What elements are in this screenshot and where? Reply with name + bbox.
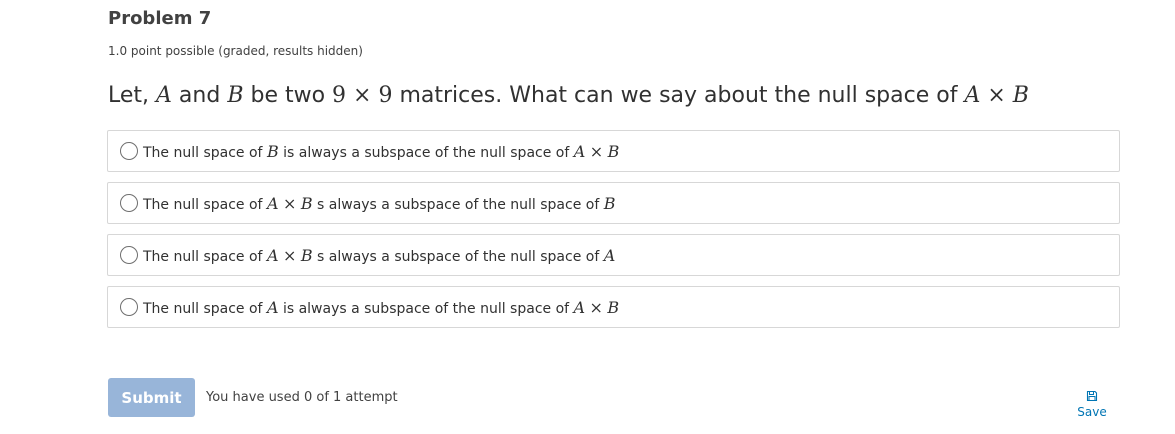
math-var: A [266,193,279,213]
answer-option-2[interactable]: The null space of A × B s always a subsp… [107,182,1120,224]
save-label: Save [1077,405,1107,419]
math-var-a: A [964,83,981,108]
math-var: A [573,141,586,161]
math-var-b: B [1012,83,1029,108]
radio-button[interactable] [120,142,138,160]
question-part: and [171,83,228,108]
math-var: A [603,245,616,265]
points-possible: 1.0 point possible (graded, results hidd… [108,44,363,58]
math-times: × [353,83,372,108]
math-var: B [607,297,620,317]
math-var: A [266,245,279,265]
math-var: A [266,297,279,317]
floppy-disk-icon [1086,390,1098,402]
option-text-part: The null space of [143,248,267,265]
math-var: A [573,297,586,317]
option-text: The null space of A × B s always a subsp… [143,246,615,265]
math-times: × [589,297,603,317]
option-text-part: is always a subspace of the null space o… [278,144,574,161]
answer-options: The null space of B is always a subspace… [107,130,1120,338]
question-part: matrices. What can we say about the null… [392,83,965,108]
radio-button[interactable] [120,194,138,212]
math-times: × [282,193,297,213]
radio-button[interactable] [120,246,138,264]
math-num: 9 [332,83,347,108]
answer-option-1[interactable]: The null space of B is always a subspace… [107,130,1120,172]
question-text: Let, A and B be two 9 × 9 matrices. What… [108,82,1029,110]
save-button[interactable]: Save [1072,390,1112,419]
option-text-part: s always a subspace of the null space of [312,248,604,265]
attempts-text: You have used 0 of 1 attempt [206,390,398,405]
option-text-part: is always a subspace of the null space o… [278,300,574,317]
math-times: × [282,245,297,265]
answer-option-4[interactable]: The null space of A is always a subspace… [107,286,1120,328]
math-var: B [300,193,313,213]
math-var: B [266,141,279,161]
math-var: B [607,141,620,161]
math-var-b: B [227,83,244,108]
option-text-part: The null space of [143,300,267,317]
option-text: The null space of A is always a subspace… [143,298,619,317]
math-var: B [603,193,616,213]
option-text: The null space of A × B s always a subsp… [143,194,615,213]
math-num: 9 [378,83,393,108]
math-times: × [987,83,1006,108]
question-part: Let, [108,83,157,108]
radio-button[interactable] [120,298,138,316]
option-text-part: s always a subspace of the null space of [312,196,604,213]
option-text-part: The null space of [143,196,267,213]
question-part: be two [243,83,333,108]
option-text-part: The null space of [143,144,267,161]
problem-title: Problem 7 [108,8,212,29]
math-times: × [589,141,604,161]
math-var-a: A [156,83,172,108]
option-text: The null space of B is always a subspace… [143,142,619,161]
answer-option-3[interactable]: The null space of A × B s always a subsp… [107,234,1120,276]
math-var: B [300,245,313,265]
submit-button[interactable]: Submit [108,378,195,417]
